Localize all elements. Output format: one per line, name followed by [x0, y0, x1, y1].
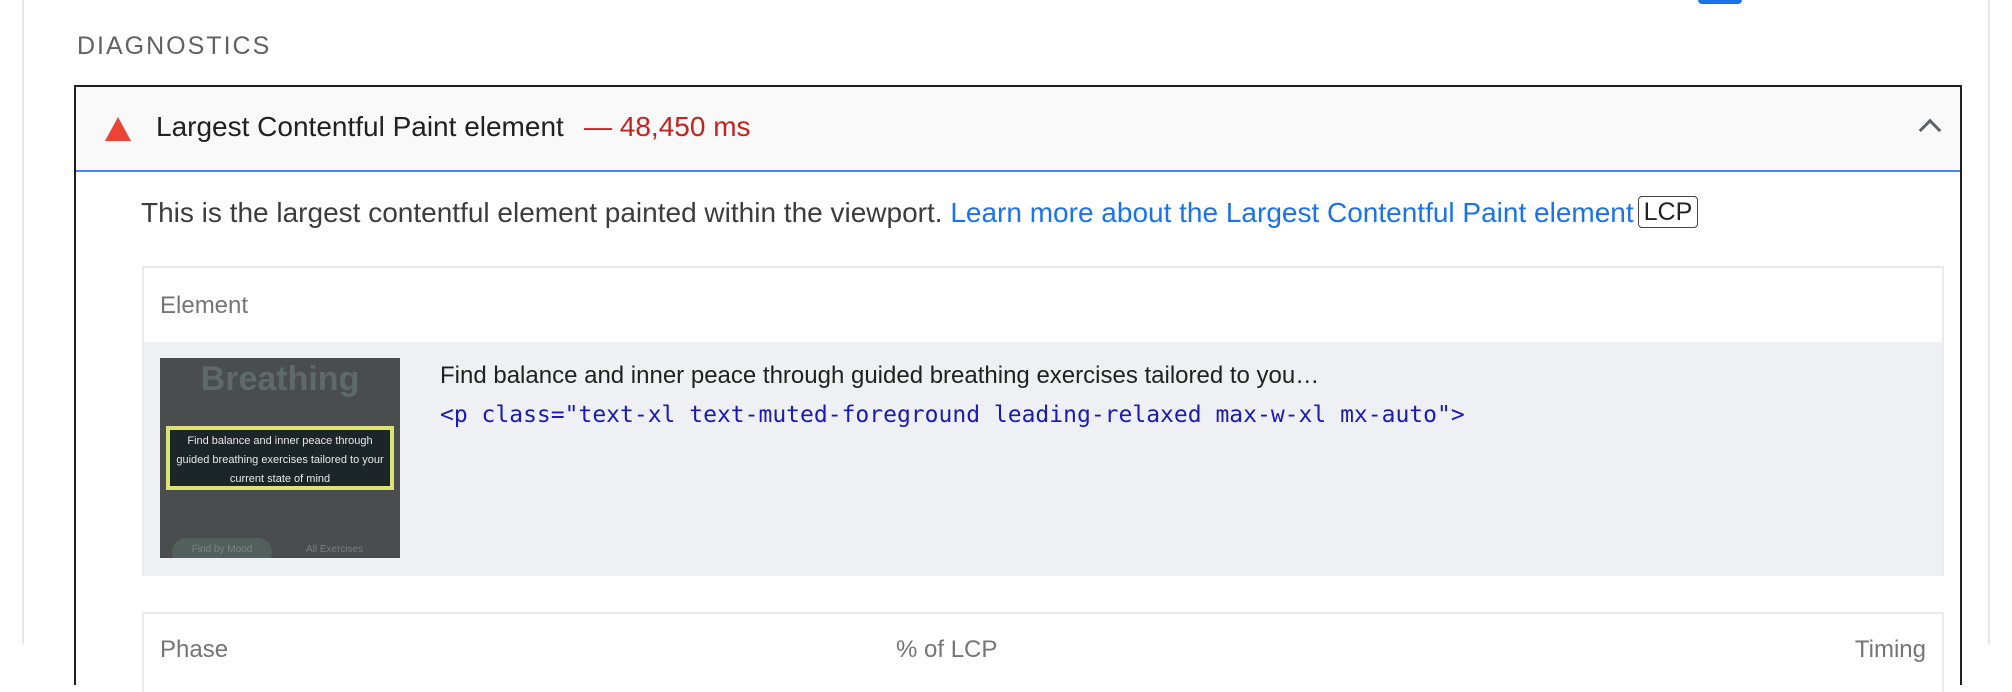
node-snippet: <p class="text-xl text-muted-foreground … — [440, 402, 1465, 428]
audit-lcp-element: Largest Contentful Paint element — 48,45… — [74, 85, 1962, 692]
group-title: DIAGNOSTICS — [77, 32, 272, 60]
thumbnail-highlight-box: Find balance and inner peace through gui… — [166, 426, 394, 490]
audit-display-value: — 48,450 ms — [584, 111, 751, 142]
audit-title: Largest Contentful Paint element — [156, 111, 564, 142]
audit-header[interactable]: Largest Contentful Paint element — 48,45… — [76, 87, 1960, 172]
column-header-phase: Phase — [160, 636, 229, 663]
thumbnail-button-left: Find by Mood — [172, 538, 272, 558]
column-header-element: Element — [160, 292, 249, 319]
chevron-up-icon[interactable] — [1918, 118, 1942, 142]
lcp-badge: LCP — [1637, 196, 1699, 228]
description-text: This is the largest contentful element p… — [141, 197, 951, 228]
page-left-border — [22, 0, 24, 644]
column-header-timing: Timing — [1854, 636, 1926, 663]
table-row: Breathing Find balance and inner peace t… — [144, 342, 1942, 576]
table-header: Element — [144, 268, 1942, 342]
element-table: Element Breathing Find balance and inner… — [142, 266, 1944, 576]
thumbnail-title: Breathing — [200, 360, 360, 398]
learn-more-link[interactable]: Learn more about the Largest Contentful … — [950, 197, 1633, 228]
phase-table: Phase % of LCP Timing — [142, 612, 1944, 692]
element-screenshot-thumbnail[interactable]: Breathing Find balance and inner peace t… — [160, 358, 400, 558]
node-label: Find balance and inner peace through gui… — [440, 362, 1320, 389]
top-toggle-tab[interactable] — [1698, 0, 1742, 4]
node-details: Find balance and inner peace through gui… — [440, 362, 1465, 428]
fail-triangle-icon — [105, 117, 131, 141]
thumbnail-button-right: All Exercises — [306, 544, 364, 555]
column-header-percent-lcp: % of LCP — [896, 636, 998, 663]
page-right-border — [1988, 0, 1990, 644]
audit-description: This is the largest contentful element p… — [141, 196, 1699, 229]
